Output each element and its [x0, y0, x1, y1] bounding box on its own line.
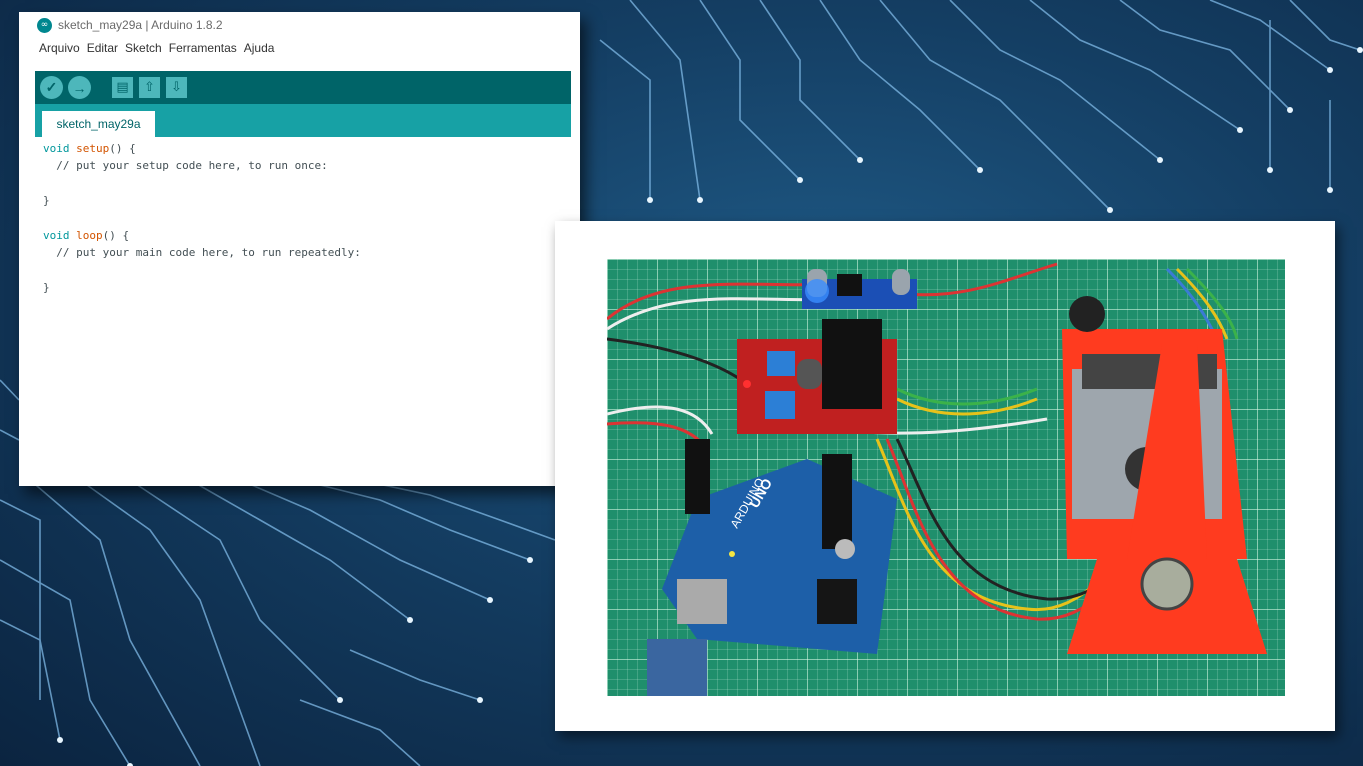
code-line: void loop() {: [43, 227, 361, 244]
arduino-ide-window: ∞ sketch_may29a | Arduino 1.8.2 Arquivo …: [19, 12, 580, 486]
code-line: }: [43, 194, 50, 208]
code-line: // put your setup code here, to run once…: [43, 159, 328, 173]
menu-editar[interactable]: Editar: [87, 41, 118, 55]
checkmark-icon: ✓: [45, 79, 58, 95]
code-line: // put your main code here, to run repea…: [43, 246, 361, 260]
menu-ajuda[interactable]: Ajuda: [244, 41, 275, 55]
wire-black: [607, 337, 748, 386]
arrow-right-icon: →: [72, 79, 87, 96]
menu-bar: Arquivo Editar Sketch Ferramentas Ajuda: [19, 38, 580, 58]
code-line: void setup() {: [43, 140, 361, 157]
hardware-illustration: ARDUINO UNO: [607, 262, 1267, 696]
new-sketch-button[interactable]: ▤: [112, 77, 133, 98]
window-title: sketch_may29a | Arduino 1.8.2: [58, 18, 223, 32]
keyword: void: [43, 228, 70, 242]
toolbar: ✓ → ▤ ⇧ ⇩: [35, 71, 571, 104]
code-line: }: [43, 281, 50, 295]
arduino-uno-board: ARDUINO UNO: [647, 439, 897, 696]
stepper-motor-assembly: [1062, 296, 1267, 654]
verify-button[interactable]: ✓: [40, 76, 63, 99]
motor-driver-board: [737, 319, 897, 434]
upload-button[interactable]: →: [68, 76, 91, 99]
menu-ferramentas[interactable]: Ferramentas: [169, 41, 237, 55]
arrow-down-icon: ⇩: [171, 80, 182, 95]
code-text: () {: [102, 228, 130, 242]
arrow-up-icon: ⇧: [144, 80, 155, 95]
arduino-logo-icon: ∞: [37, 17, 52, 33]
code-editor[interactable]: void setup() { // put your setup code he…: [43, 140, 361, 297]
open-sketch-button[interactable]: ⇧: [139, 77, 160, 98]
tab-bar: sketch_may29a: [35, 104, 571, 137]
save-sketch-button[interactable]: ⇩: [166, 77, 187, 98]
hardware-photo: ARDUINO UNO: [607, 259, 1285, 696]
window-titlebar: ∞ sketch_may29a | Arduino 1.8.2: [19, 12, 580, 38]
photo-frame: ARDUINO UNO: [555, 221, 1335, 731]
keyword: void: [43, 142, 70, 155]
menu-arquivo[interactable]: Arquivo: [39, 41, 80, 55]
document-icon: ▤: [116, 80, 129, 95]
code-text: () {: [109, 142, 136, 155]
function-name: loop: [76, 228, 103, 242]
menu-sketch[interactable]: Sketch: [125, 41, 162, 55]
function-name: setup: [76, 142, 110, 155]
buck-converter-top: [802, 269, 917, 309]
tab-sketch[interactable]: sketch_may29a: [42, 111, 155, 137]
